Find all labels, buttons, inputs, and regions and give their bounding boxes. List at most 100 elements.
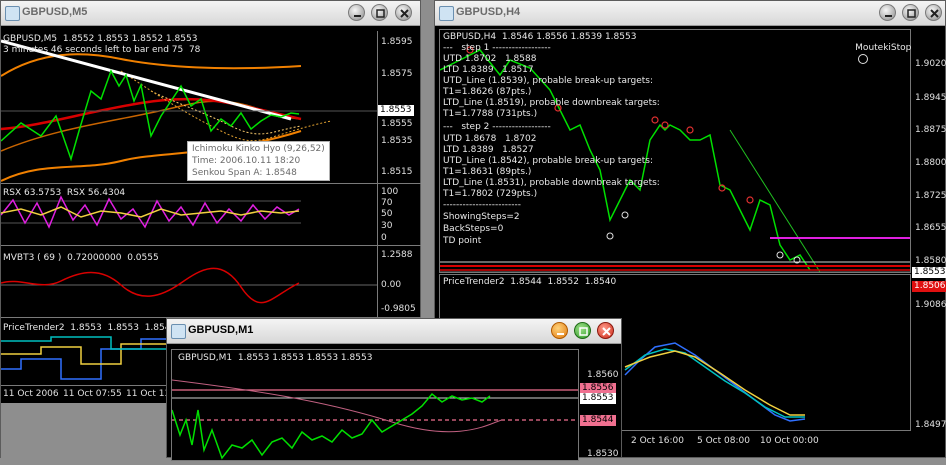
minimize-icon bbox=[557, 333, 564, 335]
tooltip-line: Ichimoku Kinko Hyo (9,26,52) bbox=[192, 144, 325, 154]
pane-separator[interactable] bbox=[1, 245, 421, 246]
close-button[interactable] bbox=[925, 4, 942, 21]
circle-icon bbox=[858, 54, 869, 64]
pricetrender-tick: 1.8497 bbox=[915, 420, 946, 430]
minimize-button[interactable] bbox=[348, 4, 365, 21]
info-line: --- step 1 ------------------ bbox=[443, 43, 551, 53]
close-icon bbox=[602, 327, 611, 336]
minimize-button[interactable] bbox=[879, 4, 896, 21]
info-line: --- step 2 ------------------ bbox=[443, 122, 551, 132]
pricetrender-label: PriceTrender2 1.8553 1.8553 1.8546 bbox=[3, 323, 177, 333]
price-tick: 1.8800 bbox=[915, 158, 946, 168]
mvbt-tick: 1.2588 bbox=[381, 250, 413, 260]
chart-header: GBPUSD,M5 1.8552 1.8553 1.8552 1.8553 bbox=[3, 34, 198, 44]
info-line: LTD 1.8389 1.8517 bbox=[443, 65, 534, 75]
main-chart-pane[interactable]: GBPUSD,H4 1.8546 1.8556 1.8539 1.8553 --… bbox=[439, 29, 911, 273]
current-price-tag: 1.8553 bbox=[912, 267, 946, 278]
rsx-pane[interactable]: RSX 63.5753 RSX 56.4304 bbox=[0, 185, 377, 245]
maximize-button[interactable] bbox=[574, 322, 591, 339]
price-axis-divider bbox=[377, 31, 378, 317]
pricetrender-tick: 1.9086 bbox=[915, 300, 946, 310]
maximize-button[interactable] bbox=[902, 4, 919, 21]
m1-price-chart bbox=[171, 379, 578, 460]
price-tick: 1.8875 bbox=[915, 125, 946, 135]
moutekistop-text: MoutekiStop bbox=[855, 43, 912, 53]
time-tick: 11 Oct 07:55 bbox=[63, 389, 122, 399]
mvbt-tick: -0.9805 bbox=[381, 304, 416, 314]
window-titlebar[interactable]: GBPUSD,H4 bbox=[435, 1, 945, 26]
mvbt-tick: 0.00 bbox=[381, 280, 402, 290]
chart-icon bbox=[171, 324, 186, 339]
price-tick: 1.8945 bbox=[915, 93, 946, 103]
price-tick: 1.8725 bbox=[915, 191, 946, 201]
close-button[interactable] bbox=[597, 322, 614, 339]
price-tick: 1.8560 bbox=[587, 370, 619, 380]
price-tick: 1.8535 bbox=[381, 136, 413, 146]
minimize-icon bbox=[885, 15, 892, 17]
maximize-icon bbox=[376, 9, 385, 18]
info-line: UTD_Line (1.8539), probable break-up tar… bbox=[443, 76, 654, 86]
chart-header: GBPUSD,H4 1.8546 1.8556 1.8539 1.8553 bbox=[443, 32, 637, 42]
window-titlebar[interactable]: GBPUSD,M1 bbox=[167, 319, 621, 344]
time-tick: 10 Oct 00:00 bbox=[760, 436, 819, 446]
window-title: GBPUSD,M1 bbox=[188, 324, 254, 336]
close-icon bbox=[930, 9, 939, 18]
current-price-tag: 1.8553 bbox=[378, 105, 414, 116]
info-line: ------------------------ bbox=[443, 200, 521, 210]
rsx-tick: 50 bbox=[381, 209, 393, 219]
time-tick: 11 Oct 13 bbox=[126, 389, 171, 399]
indicator-tooltip: Ichimoku Kinko Hyo (9,26,52) Time: 2006.… bbox=[187, 141, 330, 181]
tooltip-line: Senkou Span A: 1.8548 bbox=[192, 168, 297, 178]
info-line: LTD_Line (1.8531), probable downbreak ta… bbox=[443, 178, 660, 188]
info-line: ShowingSteps=2 bbox=[443, 212, 520, 222]
main-chart-pane[interactable]: GBPUSD,M1 1.8553 1.8553 1.8553 1.8553 bbox=[171, 349, 579, 461]
info-line: T1=1.7788 (731pts.) bbox=[443, 109, 538, 119]
price-tick: 1.8655 bbox=[915, 223, 946, 233]
rsx-tick: 0 bbox=[381, 233, 387, 243]
info-line: T1=1.8626 (87pts.) bbox=[443, 87, 532, 97]
info-line: LTD_Line (1.8519), probable downbreak ta… bbox=[443, 98, 660, 108]
mvbt-label: MVBT3 ( 69 ) 0.72000000 0.0555 bbox=[3, 253, 159, 263]
tooltip-line: Time: 2006.10.11 18:20 bbox=[192, 156, 301, 166]
bar-countdown: 3 minutes 46 seconds left to bar end 75 … bbox=[3, 45, 201, 55]
price-tick: 1.8515 bbox=[381, 167, 413, 177]
moutekistop-label: MoutekiStop bbox=[838, 32, 911, 77]
chart-header: GBPUSD,M1 1.8553 1.8553 1.8553 1.8553 bbox=[178, 353, 373, 363]
rsx-label: RSX 63.5753 RSX 56.4304 bbox=[3, 188, 126, 198]
price-tick: 1.8575 bbox=[381, 69, 413, 79]
info-line: UTD 1.8678 1.8702 bbox=[443, 134, 537, 144]
target-price-tag: 1.8506 bbox=[912, 281, 946, 292]
window-title: GBPUSD,H4 bbox=[456, 6, 521, 18]
chart-window-m1[interactable]: GBPUSD,M1 GBPUSD,M1 1.8553 1.8553 1.8553… bbox=[166, 318, 622, 461]
info-line: TD point bbox=[443, 236, 482, 246]
main-chart-pane[interactable]: GBPUSD,M5 1.8552 1.8553 1.8552 1.8553 3 … bbox=[0, 31, 377, 183]
info-line: BackSteps=0 bbox=[443, 224, 504, 234]
pricetrender-label: PriceTrender2 1.8544 1.8552 1.8540 bbox=[443, 277, 617, 287]
info-line: UTD 1.8702 1.8588 bbox=[443, 54, 537, 64]
window-titlebar[interactable]: GBPUSD,M5 bbox=[1, 1, 420, 26]
maximize-icon bbox=[907, 9, 916, 18]
price-tick: 1.8555 bbox=[381, 119, 413, 129]
chart-icon bbox=[439, 6, 454, 21]
time-tick: 2 Oct 16:00 bbox=[631, 436, 684, 446]
mvbt-pane[interactable]: MVBT3 ( 69 ) 0.72000000 0.0555 bbox=[0, 247, 377, 317]
info-line: LTD 1.8389 1.8527 bbox=[443, 145, 534, 155]
info-line: T1=1.7802 (729pts.) bbox=[443, 189, 538, 199]
close-icon bbox=[400, 9, 409, 18]
close-button[interactable] bbox=[395, 4, 412, 21]
maximize-icon bbox=[579, 327, 588, 336]
minimize-button[interactable] bbox=[551, 322, 568, 339]
info-line: UTD_Line (1.8542), probable break-up tar… bbox=[443, 156, 654, 166]
pane-separator[interactable] bbox=[1, 183, 421, 184]
rsx-tick: 30 bbox=[381, 221, 393, 231]
window-title: GBPUSD,M5 bbox=[22, 6, 88, 18]
maximize-button[interactable] bbox=[371, 4, 388, 21]
chart-icon bbox=[5, 6, 20, 21]
current-price-tag: 1.8553 bbox=[580, 393, 616, 404]
time-tick: 5 Oct 08:00 bbox=[697, 436, 750, 446]
rsx-tick: 70 bbox=[381, 198, 393, 208]
info-line: T1=1.8631 (89pts.) bbox=[443, 167, 532, 177]
rsx-tick: 100 bbox=[381, 187, 399, 197]
minimize-icon bbox=[354, 15, 361, 17]
price-tick: 1.8580 bbox=[915, 256, 946, 266]
